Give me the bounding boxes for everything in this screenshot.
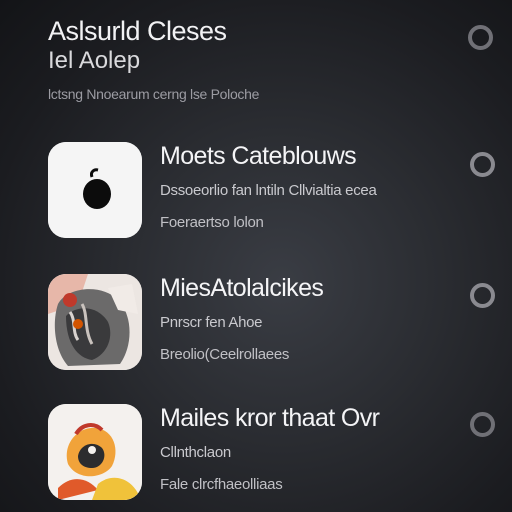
header: Aslsurld Cleses Iel Aolep lctsng Nnoearu… — [48, 14, 448, 102]
page-description: lctsng Nnoearum cerng lse Poloche — [48, 86, 260, 102]
radio-toggle[interactable] — [470, 283, 495, 308]
item-detail: Pnrscr fen Ahoe — [160, 314, 263, 331]
header-radio-toggle[interactable] — [468, 25, 493, 50]
radio-toggle[interactable] — [470, 152, 495, 177]
list-item[interactable]: Moets Cateblouws Dssoeorlio fan lntiln C… — [44, 142, 504, 252]
item-detail-secondary: Breolio(Ceelrollaees — [160, 346, 290, 363]
list-item[interactable]: MiesAtolalcikes Pnrscr fen Ahoe Breolio(… — [44, 274, 504, 384]
settings-screen: Aslsurld Cleses Iel Aolep lctsng Nnoearu… — [0, 0, 512, 512]
item-title: Moets Cateblouws — [160, 142, 357, 170]
item-detail-secondary: Fale clrcfhaeolliaas — [160, 476, 283, 493]
item-detail: Cllnthclaon — [160, 444, 231, 461]
page-title: Aslsurld Cleses — [48, 16, 227, 46]
album-art-icon — [48, 404, 142, 500]
radio-toggle[interactable] — [470, 412, 495, 437]
page-subtitle: Iel Aolep — [48, 47, 141, 74]
item-detail-secondary: Foeraertso lolon — [160, 214, 264, 231]
item-detail: Dssoeorlio fan lntiln Cllvialtia ecea — [160, 182, 377, 199]
album-art-icon — [48, 274, 142, 370]
apple-logo-icon — [48, 142, 142, 238]
item-title: MiesAtolalcikes — [160, 274, 324, 302]
list-item[interactable]: Mailes kror thaat Ovr Cllnthclaon Fale c… — [44, 404, 504, 512]
item-title: Mailes kror thaat Ovr — [160, 404, 380, 432]
